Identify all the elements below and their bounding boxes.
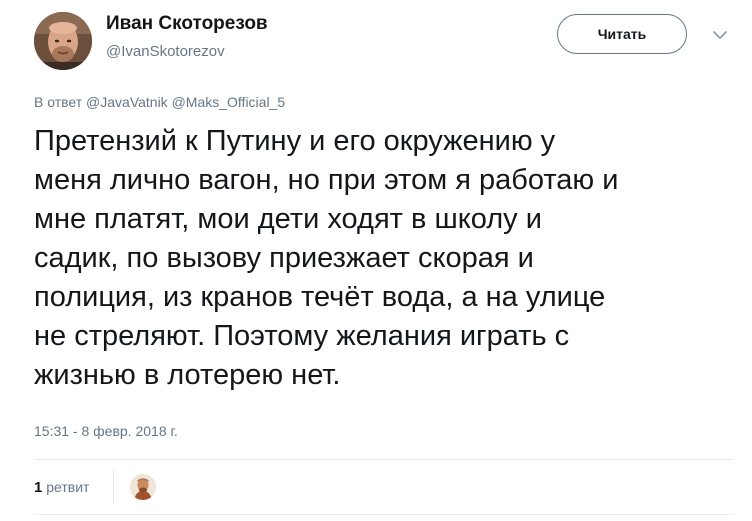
retweeter-avatar-image [130, 474, 156, 500]
tweet-text-line: не стреляют. Поэтому желания играть с [34, 320, 570, 352]
chevron-down-icon[interactable] [711, 28, 729, 42]
author-avatar[interactable] [34, 12, 92, 70]
author-handle[interactable]: @IvanSkotorezov [106, 43, 225, 60]
tweet-timestamp[interactable]: 15:31 - 8 февр. 2018 г. [34, 423, 178, 439]
reply-mention[interactable]: @JavaVatnik [86, 94, 168, 110]
tweet-text-line: Претензий к Путину и его окружению у [34, 125, 556, 157]
reply-prefix: В ответ [34, 94, 83, 110]
reply-context: В ответ @JavaVatnik @Maks_Official_5 [34, 94, 285, 110]
tweet-card: Иван Скоторезов @IvanSkotorezov Читать В… [0, 0, 752, 521]
tweet-text-line: садик, по вызову приезжает скорая и [34, 242, 534, 274]
tweet-text-line: мне платят, мои дети ходят в школу и [34, 203, 542, 235]
tweet-text-line: меня лично вагон, но при этом я работаю … [34, 164, 619, 196]
retweet-stats[interactable]: 1 ретвит [34, 479, 89, 496]
tweet-text-line: полиция, из кранов течёт вода, а на улиц… [34, 281, 606, 313]
divider [34, 459, 734, 460]
follow-button[interactable]: Читать [557, 14, 687, 54]
user-avatar-photo [34, 12, 92, 70]
tweet-text: Претензий к Путину и его окружению у мен… [34, 122, 734, 395]
retweet-count: 1 [34, 479, 43, 496]
tweet-text-line: жизнью в лотерею нет. [34, 359, 341, 391]
stats-divider [113, 470, 114, 505]
retweet-label: ретвит [46, 479, 90, 495]
author-display-name[interactable]: Иван Скоторезов [106, 13, 268, 35]
chevron-down-icon-glyph [713, 30, 727, 39]
retweeter-avatar[interactable] [130, 474, 156, 500]
reply-mention[interactable]: @Maks_Official_5 [172, 94, 286, 110]
divider [34, 514, 734, 515]
